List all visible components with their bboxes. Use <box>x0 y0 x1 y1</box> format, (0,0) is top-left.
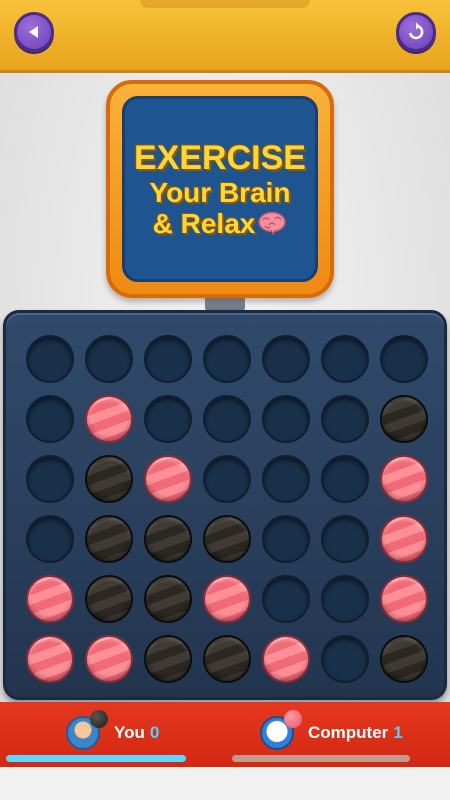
empty-slot[interactable] <box>262 575 311 623</box>
empty-slot[interactable] <box>202 335 251 383</box>
black-disc[interactable] <box>143 575 192 623</box>
empty-slot[interactable] <box>84 335 133 383</box>
empty-slot[interactable] <box>202 395 251 443</box>
player-computer: Computer 1 <box>260 710 403 753</box>
top-bar <box>0 0 450 70</box>
back-button[interactable] <box>14 12 54 52</box>
red-disc[interactable] <box>380 575 429 623</box>
empty-slot[interactable] <box>262 395 311 443</box>
red-disc[interactable] <box>84 635 133 683</box>
empty-slot[interactable] <box>143 335 192 383</box>
restart-icon <box>408 22 424 40</box>
game-board <box>3 310 447 700</box>
empty-slot[interactable] <box>321 515 370 563</box>
empty-slot[interactable] <box>321 575 370 623</box>
black-chip-icon <box>90 710 108 728</box>
player-you: You 0 <box>66 710 160 753</box>
black-disc[interactable] <box>143 515 192 563</box>
red-disc[interactable] <box>84 395 133 443</box>
red-disc[interactable] <box>380 455 429 503</box>
board-grid[interactable] <box>20 329 434 689</box>
empty-slot[interactable] <box>321 635 370 683</box>
red-chip-icon <box>284 710 302 728</box>
red-disc[interactable] <box>380 515 429 563</box>
black-disc[interactable] <box>380 635 429 683</box>
black-disc[interactable] <box>202 635 251 683</box>
black-disc[interactable] <box>84 455 133 503</box>
banner-line-3-wrap: & Relax <box>153 208 288 239</box>
black-disc[interactable] <box>84 515 133 563</box>
empty-slot[interactable] <box>262 335 311 383</box>
empty-slot[interactable] <box>321 455 370 503</box>
banner-sign: EXERCISE Your Brain & Relax <box>106 80 334 298</box>
user-avatar-icon <box>66 710 108 750</box>
empty-slot[interactable] <box>25 515 74 563</box>
restart-button[interactable] <box>396 12 436 52</box>
empty-slot[interactable] <box>262 455 311 503</box>
empty-slot[interactable] <box>380 335 429 383</box>
red-disc[interactable] <box>25 635 74 683</box>
empty-slot[interactable] <box>262 515 311 563</box>
bottom-strip <box>0 767 450 800</box>
red-disc[interactable] <box>143 455 192 503</box>
turn-indicator-computer <box>232 755 410 762</box>
black-disc[interactable] <box>84 575 133 623</box>
empty-slot[interactable] <box>321 395 370 443</box>
red-disc[interactable] <box>202 575 251 623</box>
empty-slot[interactable] <box>202 455 251 503</box>
back-arrow-icon <box>29 26 38 38</box>
banner-panel: EXERCISE Your Brain & Relax <box>122 96 318 282</box>
black-disc[interactable] <box>143 635 192 683</box>
banner-line-1: EXERCISE <box>134 138 306 177</box>
player-computer-name: Computer <box>308 723 389 742</box>
top-notch <box>140 0 310 8</box>
black-disc[interactable] <box>202 515 251 563</box>
banner-line-2: Your Brain <box>149 176 291 208</box>
player-you-score: 0 <box>149 723 160 742</box>
robot-avatar-icon <box>260 710 302 750</box>
empty-slot[interactable] <box>25 395 74 443</box>
red-disc[interactable] <box>25 575 74 623</box>
turn-indicator-you <box>6 755 186 762</box>
player-computer-score: 1 <box>393 723 403 742</box>
empty-slot[interactable] <box>321 335 370 383</box>
brain-icon <box>258 211 287 236</box>
red-disc[interactable] <box>262 635 311 683</box>
player-you-name: You <box>114 723 145 742</box>
banner-line-3: & Relax <box>152 208 256 240</box>
black-disc[interactable] <box>380 395 429 443</box>
empty-slot[interactable] <box>25 335 74 383</box>
empty-slot[interactable] <box>143 395 192 443</box>
empty-slot[interactable] <box>25 455 74 503</box>
